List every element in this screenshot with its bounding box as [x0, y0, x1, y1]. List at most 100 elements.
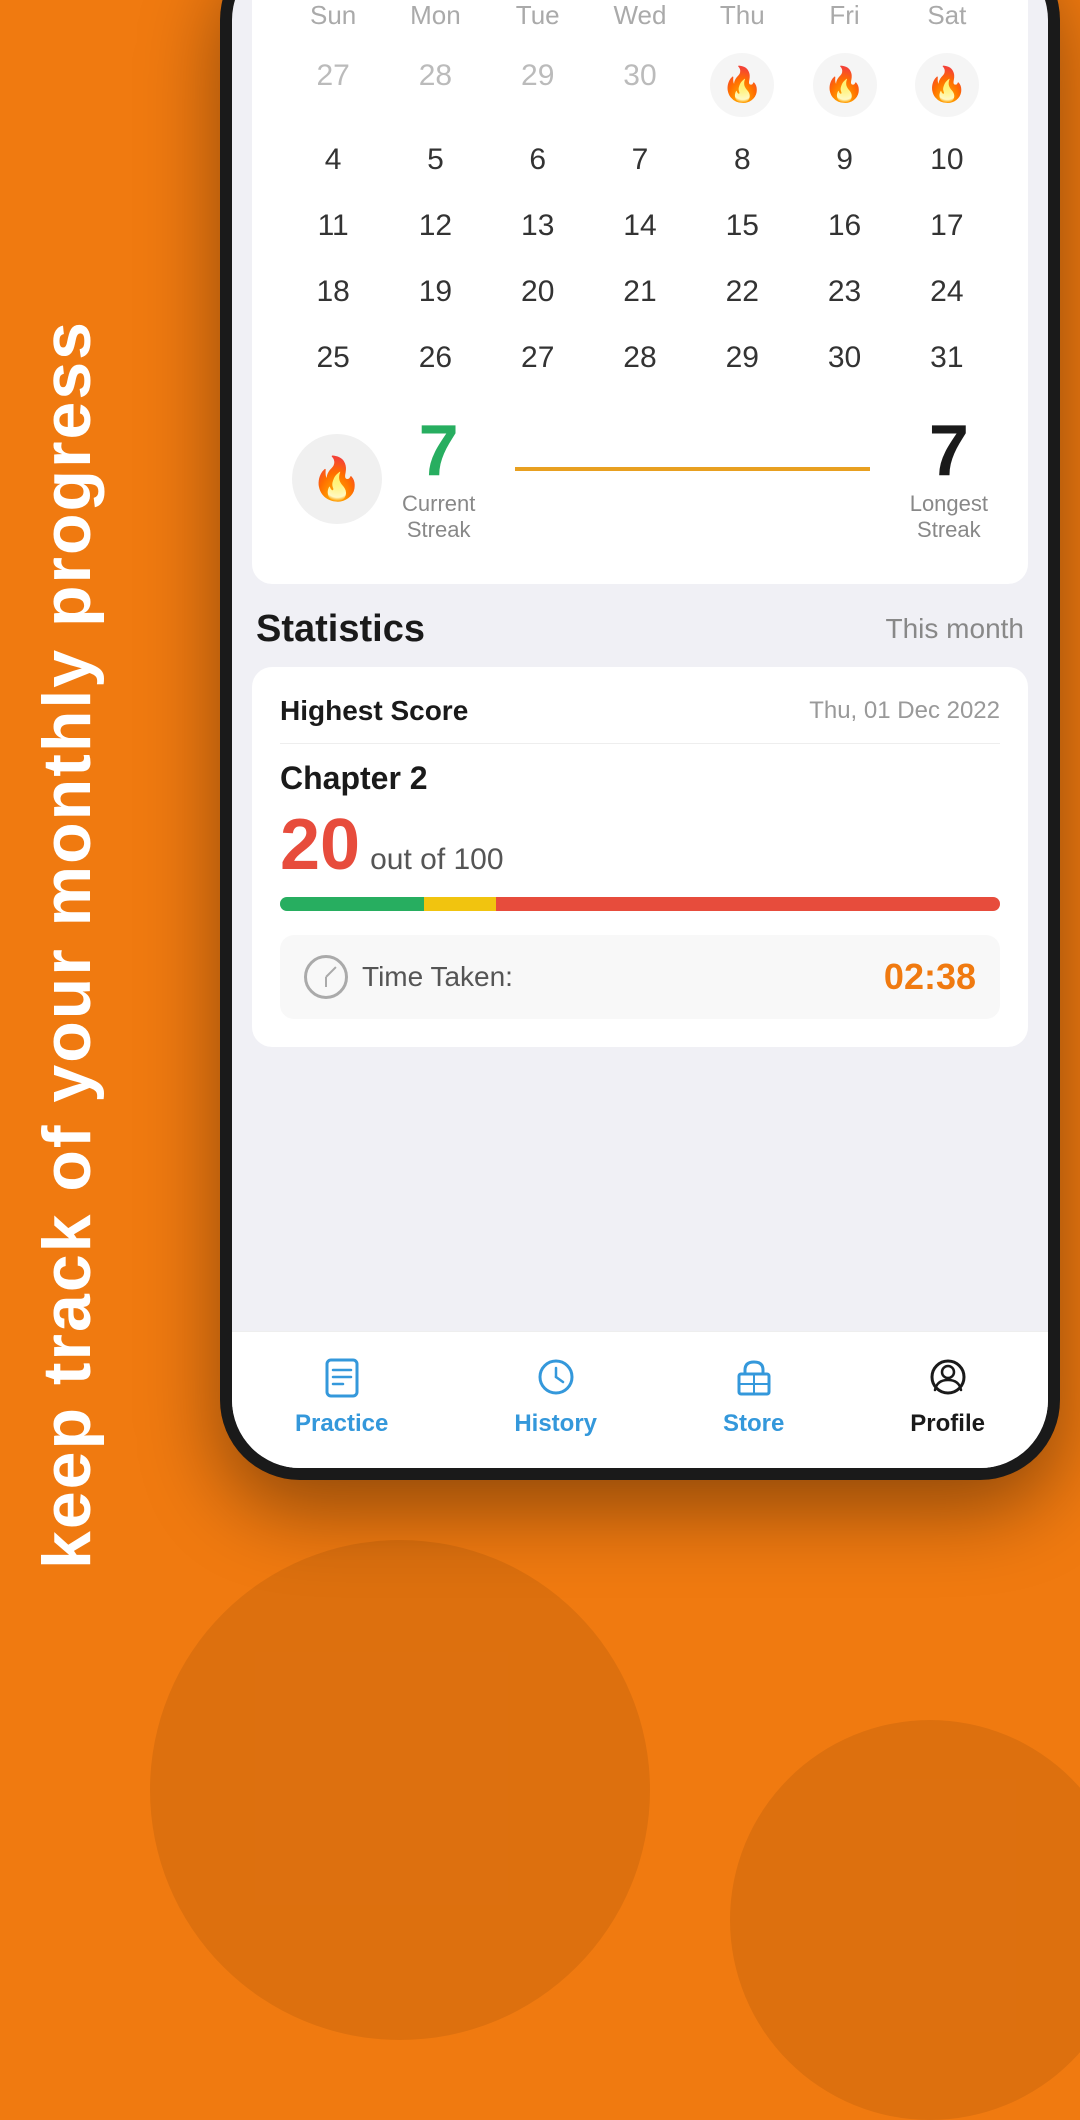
highest-score-date: Thu, 01 Dec 2022 — [809, 697, 1000, 725]
cal-day-30b: 30 — [793, 329, 895, 387]
cal-header-thu: Thu — [691, 0, 793, 39]
calendar-header-row: Sun Mon Tue Wed Thu Fri Sat — [282, 0, 998, 39]
score-display: 20 out of 100 — [280, 809, 1000, 881]
cal-header-wed: Wed — [589, 0, 691, 39]
cal-day-29b: 29 — [691, 329, 793, 387]
nav-label-practice: Practice — [295, 1410, 388, 1438]
cal-day-27: 27 — [282, 47, 384, 123]
statistics-title: Statistics — [256, 608, 425, 651]
deco-circle-2 — [730, 1720, 1080, 2120]
profile-icon — [923, 1352, 973, 1402]
calendar-section: Sun Mon Tue Wed Thu Fri Sat 27 28 29 30 … — [252, 0, 1028, 584]
cal-day-10: 10 — [896, 131, 998, 189]
statistics-period: This month — [886, 613, 1025, 645]
stats-header: Statistics This month — [232, 584, 1048, 667]
cal-day-20: 20 — [487, 263, 589, 321]
history-icon — [531, 1352, 581, 1402]
nav-item-store[interactable]: Store — [723, 1352, 784, 1438]
progress-red — [496, 897, 1000, 911]
cal-day-8: 8 — [691, 131, 793, 189]
streak-flame-circle: 🔥 — [292, 434, 382, 524]
cal-row-1: 27 28 29 30 🔥 🔥 🔥 — [282, 47, 998, 123]
cal-fire-fri: 🔥 — [793, 47, 895, 123]
cal-day-27b: 27 — [487, 329, 589, 387]
cal-row-3: 11 12 13 14 15 16 17 — [282, 197, 998, 255]
longest-streak-label: LongestStreak — [910, 491, 988, 544]
cal-day-21: 21 — [589, 263, 691, 321]
cal-day-13: 13 — [487, 197, 589, 255]
nav-item-history[interactable]: History — [514, 1352, 597, 1438]
cal-day-16: 16 — [793, 197, 895, 255]
cal-day-9: 9 — [793, 131, 895, 189]
highest-score-label: Highest Score — [280, 695, 468, 727]
calendar-grid: Sun Mon Tue Wed Thu Fri Sat 27 28 29 30 … — [282, 0, 998, 554]
cal-day-28b: 28 — [589, 329, 691, 387]
practice-icon — [317, 1352, 367, 1402]
fire-icon-sat: 🔥 — [926, 65, 968, 105]
cal-day-12: 12 — [384, 197, 486, 255]
streak-section: 🔥 7 CurrentStreak 7 LongestStreak — [282, 395, 998, 554]
cal-fire-thu: 🔥 — [691, 47, 793, 123]
streak-fire-icon: 🔥 — [311, 455, 363, 504]
cal-day-14: 14 — [589, 197, 691, 255]
bottom-nav: Practice History — [232, 1331, 1048, 1468]
score-out-of: out of 100 — [370, 843, 503, 877]
fire-icon-thu: 🔥 — [721, 65, 763, 105]
cal-day-18: 18 — [282, 263, 384, 321]
streak-connector-line — [515, 467, 869, 471]
cal-day-29: 29 — [487, 47, 589, 123]
cal-header-mon: Mon — [384, 0, 486, 39]
content-spacer — [232, 1047, 1048, 1331]
cal-day-28: 28 — [384, 47, 486, 123]
score-number: 20 — [280, 809, 360, 881]
cal-day-15: 15 — [691, 197, 793, 255]
cal-header-sat: Sat — [896, 0, 998, 39]
current-streak-number: 7 — [402, 415, 475, 487]
cal-fire-sat: 🔥 — [896, 47, 998, 123]
cal-header-fri: Fri — [793, 0, 895, 39]
time-taken-left: Time Taken: — [304, 955, 513, 999]
cal-day-24: 24 — [896, 263, 998, 321]
phone-screen: Sun Mon Tue Wed Thu Fri Sat 27 28 29 30 … — [232, 0, 1048, 1468]
store-icon — [729, 1352, 779, 1402]
current-streak-item: 7 CurrentStreak — [402, 415, 475, 544]
cal-day-30: 30 — [589, 47, 691, 123]
phone-frame: Sun Mon Tue Wed Thu Fri Sat 27 28 29 30 … — [220, 0, 1060, 1480]
cal-day-31: 31 — [896, 329, 998, 387]
cal-row-4: 18 19 20 21 22 23 24 — [282, 263, 998, 321]
longest-streak-number: 7 — [910, 415, 988, 487]
cal-day-7: 7 — [589, 131, 691, 189]
cal-day-11: 11 — [282, 197, 384, 255]
background-tagline: keep track of your monthly progress — [30, 320, 220, 1569]
deco-circle-1 — [150, 1540, 650, 2040]
cal-day-6: 6 — [487, 131, 589, 189]
nav-label-history: History — [514, 1410, 597, 1438]
cal-header-sun: Sun — [282, 0, 384, 39]
longest-streak-item: 7 LongestStreak — [910, 415, 988, 544]
stats-card-header: Highest Score Thu, 01 Dec 2022 — [280, 695, 1000, 744]
cal-day-26: 26 — [384, 329, 486, 387]
cal-day-19: 19 — [384, 263, 486, 321]
cal-day-25: 25 — [282, 329, 384, 387]
nav-label-store: Store — [723, 1410, 784, 1438]
time-value: 02:38 — [884, 956, 976, 998]
cal-day-4: 4 — [282, 131, 384, 189]
current-streak-label: CurrentStreak — [402, 491, 475, 544]
nav-item-profile[interactable]: Profile — [910, 1352, 985, 1438]
cal-day-22: 22 — [691, 263, 793, 321]
chapter-label: Chapter 2 — [280, 760, 1000, 797]
cal-row-5: 25 26 27 28 29 30 31 — [282, 329, 998, 387]
stats-card: Highest Score Thu, 01 Dec 2022 Chapter 2… — [252, 667, 1028, 1047]
cal-day-17: 17 — [896, 197, 998, 255]
time-taken-box: Time Taken: 02:38 — [280, 935, 1000, 1019]
score-progress-bar — [280, 897, 1000, 911]
nav-label-profile: Profile — [910, 1410, 985, 1438]
progress-green — [280, 897, 424, 911]
cal-row-2: 4 5 6 7 8 9 10 — [282, 131, 998, 189]
fire-icon-fri: 🔥 — [823, 65, 865, 105]
nav-item-practice[interactable]: Practice — [295, 1352, 388, 1438]
cal-day-5: 5 — [384, 131, 486, 189]
clock-icon — [304, 955, 348, 999]
time-taken-label: Time Taken: — [362, 961, 513, 993]
cal-header-tue: Tue — [487, 0, 589, 39]
